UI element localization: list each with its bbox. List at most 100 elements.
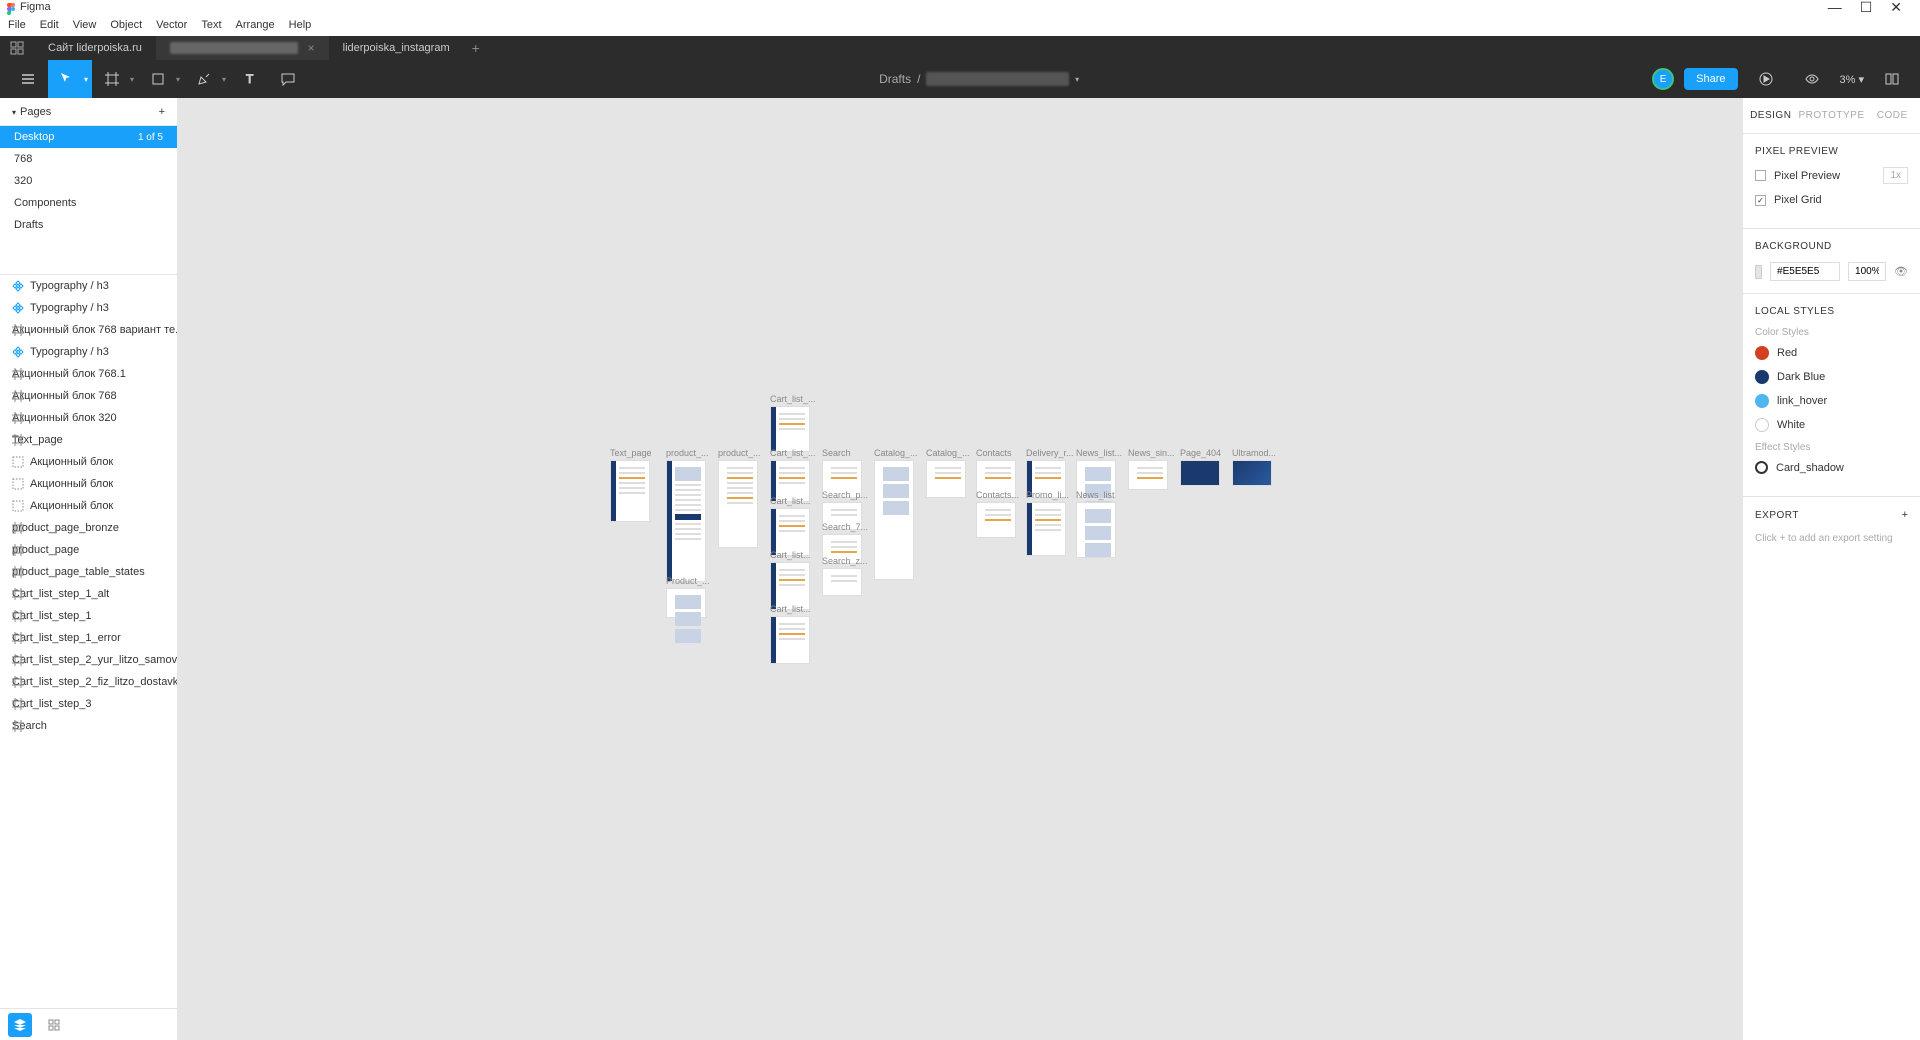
canvas-frame[interactable]: Contacts... [976, 490, 1019, 538]
canvas-frame[interactable]: Cart_list_... [770, 394, 816, 452]
menu-object[interactable]: Object [110, 19, 142, 31]
breadcrumb[interactable]: Drafts/████ ██ ██████████▾ [879, 72, 1079, 86]
maximize-button[interactable]: ☐ [1860, 0, 1873, 16]
layer-item[interactable]: Cart_list_step_1_alt [0, 583, 177, 605]
tab-add-button[interactable]: + [472, 40, 480, 56]
effect-style-item[interactable]: Card_shadow [1755, 461, 1908, 474]
page-item[interactable]: 320 [0, 170, 177, 192]
close-button[interactable]: ✕ [1890, 0, 1902, 16]
chevron-down-icon[interactable]: ▾ [176, 75, 184, 84]
frame-tool-button[interactable] [94, 60, 130, 98]
layer-item[interactable]: Text_page [0, 429, 177, 451]
canvas-frame[interactable]: Product_... [666, 576, 710, 618]
zoom-value[interactable]: 3% ▾ [1840, 73, 1864, 86]
layer-item[interactable]: Акционный блок 768.1 [0, 363, 177, 385]
bg-swatch[interactable] [1755, 265, 1762, 279]
tab-1[interactable]: ████████ ████████× [156, 36, 329, 60]
menu-file[interactable]: File [8, 19, 26, 31]
canvas-frame[interactable]: product_... [666, 448, 709, 582]
color-style-item[interactable]: link_hover [1755, 394, 1908, 408]
canvas-frame[interactable]: News_sin... [1128, 448, 1175, 490]
canvas-frame[interactable]: product_... [718, 448, 761, 548]
page-item[interactable]: Drafts [0, 214, 177, 236]
bg-hex-input[interactable] [1770, 262, 1840, 281]
layer-item[interactable]: product_page_bronze [0, 517, 177, 539]
chevron-down-icon[interactable]: ▾ [222, 75, 230, 84]
move-tool-button[interactable] [48, 60, 84, 98]
present-button[interactable] [1748, 60, 1784, 98]
canvas-frame[interactable]: Text_page [610, 448, 652, 522]
canvas-frame[interactable]: News_list [1076, 490, 1116, 558]
canvas-frame[interactable]: Ultramod... [1232, 448, 1276, 486]
color-style-item[interactable]: Dark Blue [1755, 370, 1908, 384]
layer-item[interactable]: Акционный блок [0, 473, 177, 495]
add-export-button[interactable]: + [1902, 509, 1908, 521]
menu-vector[interactable]: Vector [156, 19, 187, 31]
layer-item[interactable]: Акционный блок 768 вариант те... [0, 319, 177, 341]
add-page-button[interactable]: + [159, 106, 165, 118]
pixel-scale-select[interactable]: 1x [1883, 167, 1908, 184]
layer-item[interactable]: Акционный блок 768 [0, 385, 177, 407]
shape-tool-button[interactable] [140, 60, 176, 98]
text-tool-button[interactable]: T [232, 60, 268, 98]
layer-item[interactable]: Typography / h3 [0, 275, 177, 297]
layer-item[interactable]: Typography / h3 [0, 297, 177, 319]
menu-text[interactable]: Text [201, 19, 221, 31]
layer-item[interactable]: Cart_list_step_1 [0, 605, 177, 627]
menu-edit[interactable]: Edit [40, 19, 59, 31]
layer-item[interactable]: Cart_list_step_2_yur_litzo_samoviv... [0, 649, 177, 671]
chevron-down-icon[interactable]: ▾ [84, 60, 92, 98]
comment-tool-button[interactable] [270, 60, 306, 98]
menu-view[interactable]: View [73, 19, 97, 31]
bg-opacity-input[interactable] [1848, 262, 1886, 281]
view-settings-button[interactable] [1794, 60, 1830, 98]
library-button[interactable] [1874, 60, 1910, 98]
layer-item[interactable]: Cart_list_step_3 [0, 693, 177, 715]
assets-panel-button[interactable] [42, 1013, 66, 1037]
canvas-frame[interactable]: Search_z... [822, 556, 868, 596]
menu-arrange[interactable]: Arrange [236, 19, 275, 31]
pen-tool-button[interactable] [186, 60, 222, 98]
page-item[interactable]: Components [0, 192, 177, 214]
layers-panel-button[interactable] [8, 1013, 32, 1037]
page-item[interactable]: 768 [0, 148, 177, 170]
tab-2[interactable]: liderpoiska_instagram [329, 36, 464, 60]
tab-code[interactable]: CODE [1865, 110, 1920, 121]
canvas-frame[interactable]: Cart_list... [770, 496, 811, 556]
tab-prototype[interactable]: PROTOTYPE [1799, 110, 1865, 121]
canvas[interactable]: Cart_list_... Text_page product_...product… [178, 98, 1742, 1040]
color-style-item[interactable]: White [1755, 418, 1908, 432]
canvas-frame[interactable]: Catalog_... [926, 448, 970, 498]
share-button[interactable]: Share [1684, 68, 1737, 90]
layer-item[interactable]: product_page_table_states [0, 561, 177, 583]
layer-item[interactable]: Search [0, 715, 177, 737]
minimize-button[interactable]: — [1828, 0, 1842, 16]
pixel-preview-checkbox[interactable] [1755, 170, 1766, 181]
layer-item[interactable]: Акционный блок 320 [0, 407, 177, 429]
canvas-frame[interactable]: Cart_list... [770, 550, 811, 610]
canvas-frame[interactable]: Catalog_... [874, 448, 918, 580]
home-icon[interactable] [8, 39, 26, 57]
menu-help[interactable]: Help [289, 19, 312, 31]
hamburger-menu-button[interactable] [10, 60, 46, 98]
pages-header[interactable]: ▾Pages + [0, 98, 177, 126]
tab-close-icon[interactable]: × [308, 41, 315, 55]
layer-item[interactable]: product_page [0, 539, 177, 561]
visibility-toggle-icon[interactable]: 👁 [1894, 265, 1908, 278]
avatar[interactable]: E [1652, 68, 1674, 90]
layer-item[interactable]: Cart_list_step_2_fiz_litzo_dostavka [0, 671, 177, 693]
tab-0[interactable]: Сайт liderpoiska.ru [34, 36, 156, 60]
page-item[interactable]: Desktop1 of 5 [0, 126, 177, 148]
tab-design[interactable]: DESIGN [1743, 110, 1799, 121]
canvas-frame[interactable]: Cart_list_... [770, 448, 816, 502]
color-style-item[interactable]: Red [1755, 346, 1908, 360]
canvas-frame[interactable]: Page_404 [1180, 448, 1221, 486]
canvas-frame[interactable]: Promo_li... [1026, 490, 1069, 556]
chevron-down-icon[interactable]: ▾ [130, 75, 138, 84]
canvas-frame[interactable]: Cart_list... [770, 604, 811, 664]
layer-item[interactable]: Cart_list_step_1_error [0, 627, 177, 649]
layer-item[interactable]: Акционный блок [0, 495, 177, 517]
layer-item[interactable]: Typography / h3 [0, 341, 177, 363]
pixel-grid-checkbox[interactable]: ✓ [1755, 195, 1766, 206]
layer-item[interactable]: Акционный блок [0, 451, 177, 473]
